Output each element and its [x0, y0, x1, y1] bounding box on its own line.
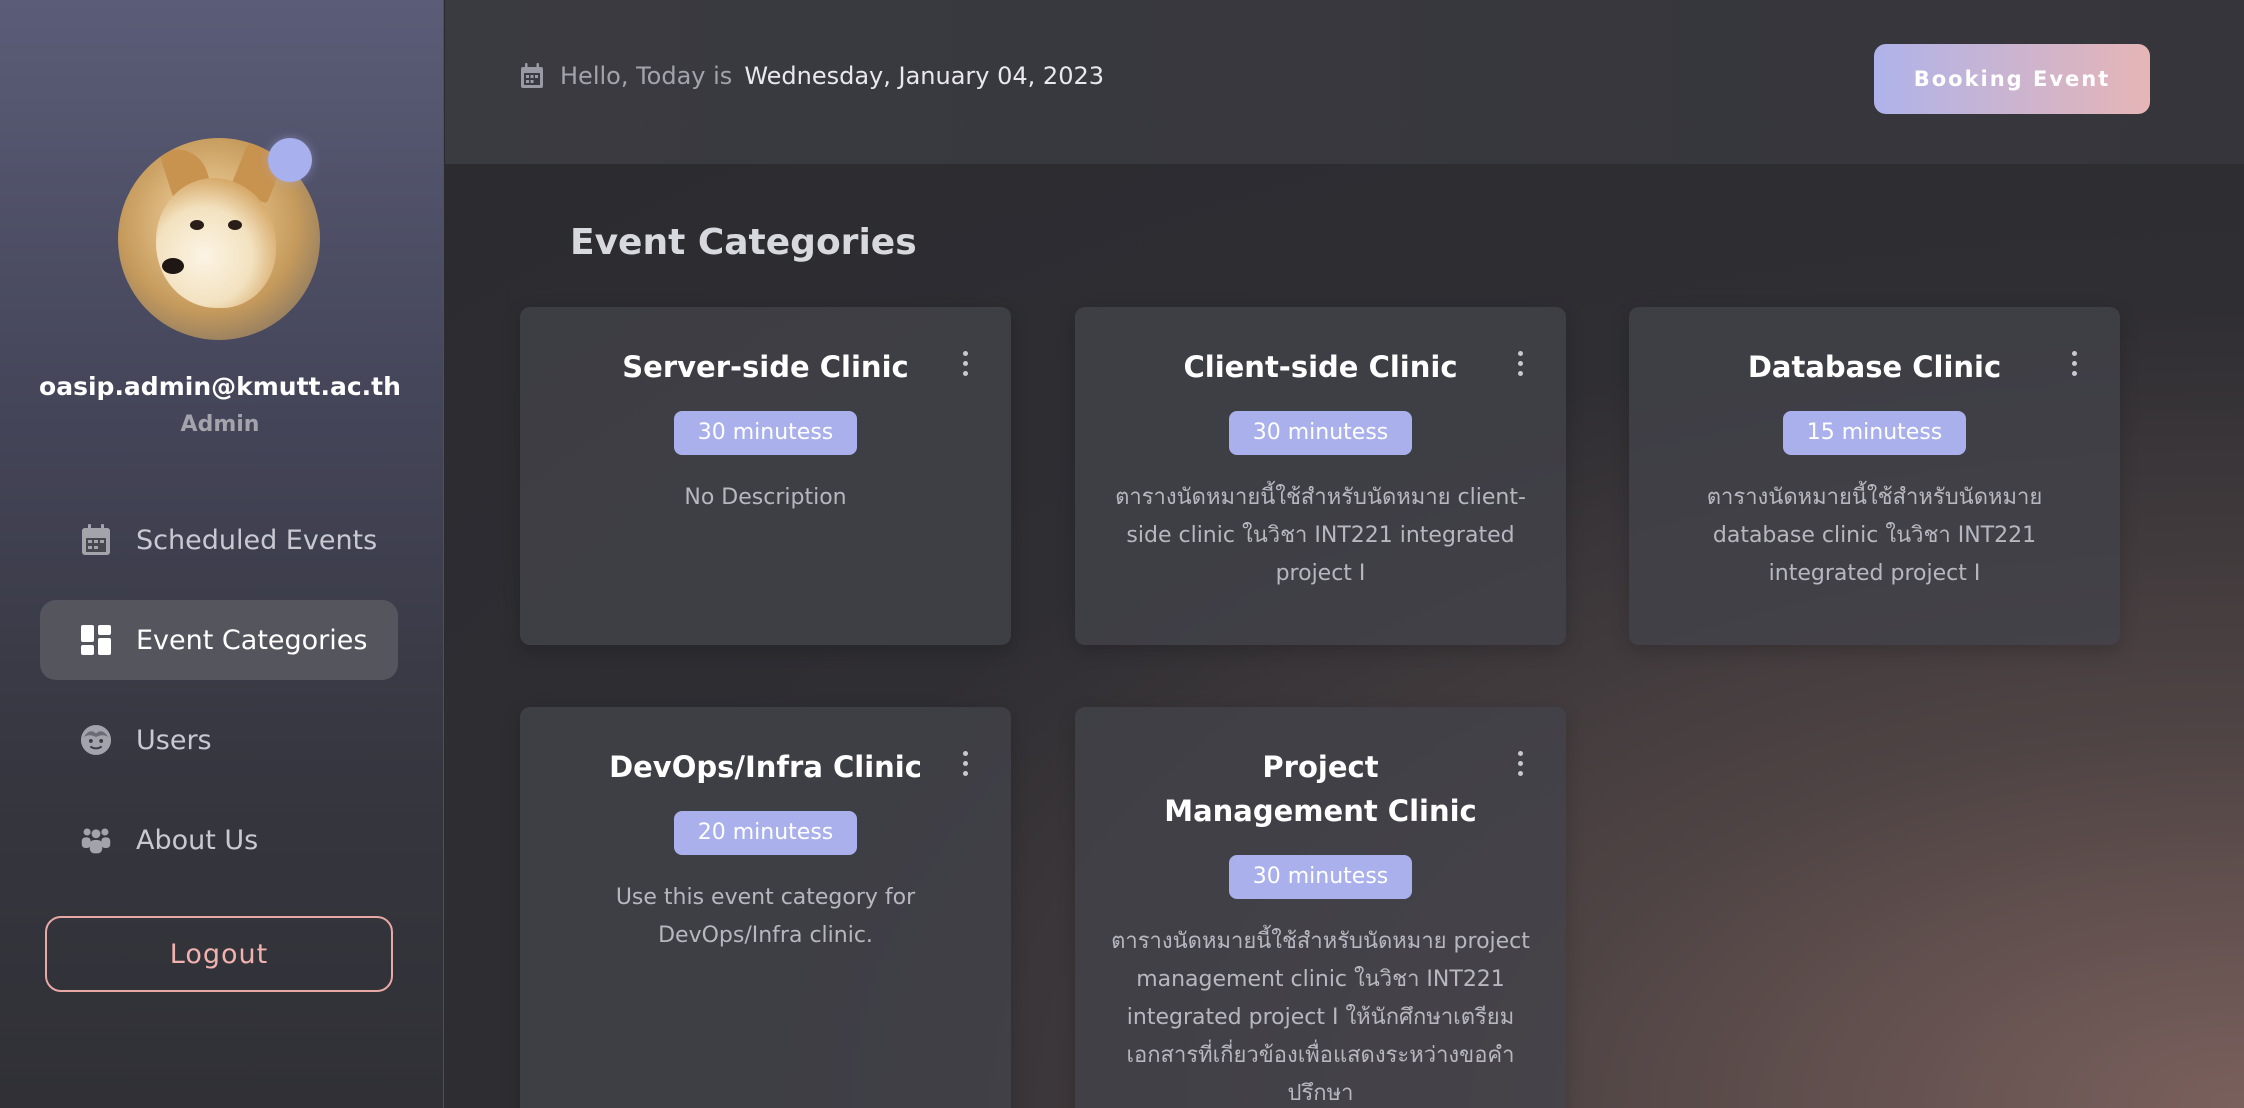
logout-button[interactable]: Logout	[45, 916, 393, 992]
user-email: oasip.admin@kmutt.ac.th	[39, 372, 401, 401]
calendar-icon	[80, 524, 112, 556]
card-title: Server-side Clinic	[622, 350, 909, 384]
avatar-nose	[162, 258, 184, 274]
avatar-container	[118, 138, 320, 340]
sidebar-item-users[interactable]: Users	[40, 700, 398, 780]
card-description: ตารางนัดหมายนี้ใช้สำหรับนัดหมาย project …	[1111, 929, 1530, 1106]
sidebar-item-label: Users	[136, 724, 212, 756]
sidebar-item-label: Event Categories	[136, 624, 368, 656]
duration-badge: 30 minutess	[673, 411, 858, 455]
sidebar: oasip.admin@kmutt.ac.th Admin Scheduled …	[0, 0, 444, 1108]
group-icon	[80, 824, 112, 856]
card-description: ตารางนัดหมายนี้ใช้สำหรับนัดหมาย client-s…	[1115, 485, 1526, 586]
sidebar-item-about-us[interactable]: About Us	[40, 800, 398, 880]
avatar-eye	[190, 220, 204, 230]
category-card-project-management[interactable]: Project Management Clinic 30 minutess ตา…	[1075, 707, 1566, 1108]
card-title: DevOps/Infra Clinic	[609, 750, 922, 784]
user-role: Admin	[180, 412, 260, 437]
sidebar-item-event-categories[interactable]: Event Categories	[40, 600, 398, 680]
duration-badge: 15 minutess	[1782, 411, 1967, 455]
card-title: Client-side Clinic	[1183, 350, 1458, 384]
online-status-dot	[268, 138, 312, 182]
app-root: oasip.admin@kmutt.ac.th Admin Scheduled …	[0, 0, 2244, 1108]
booking-event-button[interactable]: Booking Event	[1874, 44, 2150, 114]
duration-badge: 30 minutess	[1228, 411, 1413, 455]
card-description: No Description	[684, 485, 847, 510]
user-face-icon	[80, 724, 112, 756]
card-title: Project Management Clinic	[1164, 750, 1477, 828]
top-bar: Hello, Today is Wednesday, January 04, 2…	[445, 0, 2244, 164]
more-options-icon[interactable]	[1516, 751, 1524, 776]
current-date: Wednesday, January 04, 2023	[744, 62, 1105, 90]
category-card-server-side[interactable]: Server-side Clinic 30 minutess No Descri…	[520, 307, 1011, 645]
greeting-label: Hello, Today is	[560, 62, 733, 90]
more-options-icon[interactable]	[961, 751, 969, 776]
page-title: Event Categories	[570, 222, 917, 263]
avatar-face	[156, 178, 276, 308]
category-card-database[interactable]: Database Clinic 15 minutess ตารางนัดหมาย…	[1629, 307, 2120, 645]
sidebar-nav: Scheduled Events Event Categories Users …	[40, 500, 398, 900]
category-card-devops-infra[interactable]: DevOps/Infra Clinic 20 minutess Use this…	[520, 707, 1011, 1108]
sidebar-item-label: About Us	[136, 824, 259, 856]
more-options-icon[interactable]	[2070, 351, 2078, 376]
avatar-eye	[228, 220, 242, 230]
calendar-icon	[520, 63, 544, 89]
category-card-client-side[interactable]: Client-side Clinic 30 minutess ตารางนัดห…	[1075, 307, 1566, 645]
more-options-icon[interactable]	[961, 351, 969, 376]
card-description: ตารางนัดหมายนี้ใช้สำหรับนัดหมาย database…	[1706, 485, 2043, 586]
duration-badge: 30 minutess	[1228, 855, 1413, 899]
sidebar-item-scheduled-events[interactable]: Scheduled Events	[40, 500, 398, 580]
sidebar-item-label: Scheduled Events	[136, 524, 378, 556]
main-content: Event Categories Server-side Clinic 30 m…	[445, 164, 2244, 1108]
dashboard-icon	[80, 624, 112, 656]
card-description: Use this event category for DevOps/Infra…	[615, 885, 916, 948]
duration-badge: 20 minutess	[673, 811, 858, 855]
card-title: Database Clinic	[1747, 350, 2002, 384]
greeting: Hello, Today is Wednesday, January 04, 2…	[520, 62, 1104, 90]
more-options-icon[interactable]	[1516, 351, 1524, 376]
